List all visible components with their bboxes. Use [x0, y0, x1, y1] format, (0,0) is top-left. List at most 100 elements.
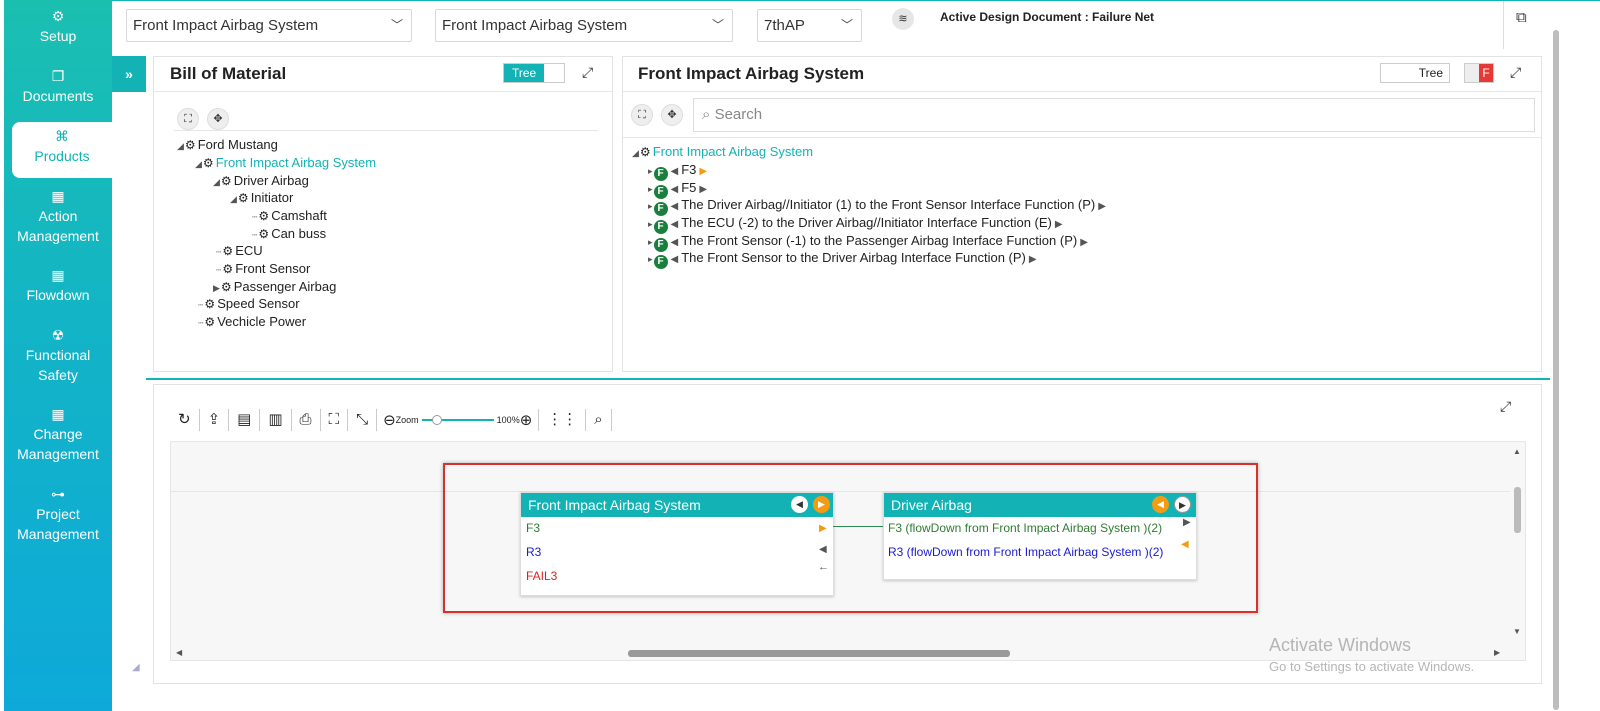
- back-arrow-icon[interactable]: ←: [818, 561, 829, 573]
- zoom-control[interactable]: ⊖ Zoom 100% ⊕: [377, 409, 540, 431]
- layers-icon[interactable]: ≋: [892, 8, 914, 30]
- resize-grip-icon[interactable]: ◢: [132, 662, 140, 673]
- arrow-right-icon[interactable]: ▶: [1183, 517, 1191, 528]
- arrow-right-icon[interactable]: ▶: [1174, 496, 1191, 513]
- tree-node[interactable]: ┄⚙ Front Sensor: [216, 260, 310, 279]
- fullscreen-icon[interactable]: ⤡: [348, 409, 378, 431]
- tree-node[interactable]: ┄⚙ Speed Sensor: [198, 295, 300, 314]
- export-png-icon[interactable]: ▥: [260, 409, 292, 431]
- node-row[interactable]: FAIL3: [526, 569, 557, 583]
- diagram-vertical-scrollbar[interactable]: ▲ ▼: [1512, 447, 1522, 637]
- tree-node[interactable]: ◢⚙ Front Impact Airbag System: [632, 143, 813, 162]
- arrow-left-icon[interactable]: ◀: [671, 251, 679, 268]
- function-row[interactable]: ▸ F ◀ The ECU (-2) to the Driver Airbag//In…: [648, 214, 1066, 234]
- scroll-thumb[interactable]: [1553, 30, 1559, 710]
- tree-node[interactable]: ◢⚙ Initiator: [230, 189, 293, 208]
- product-select-1[interactable]: Front Impact Airbag System ﹀: [126, 9, 412, 42]
- tree-node[interactable]: ┄⚙ Can buss: [252, 225, 326, 244]
- arrow-right-icon[interactable]: ▶: [813, 496, 830, 513]
- gears-icon: ⚙: [237, 191, 249, 205]
- upload-icon[interactable]: ⇪: [200, 409, 230, 431]
- building-icon: ▦: [51, 267, 65, 283]
- version-select[interactable]: 7thAP ﹀: [757, 9, 862, 42]
- sidebar-item-functional-safety[interactable]: ☢ Functional Safety: [4, 325, 112, 385]
- node-header: Front Impact Airbag System ◀ ▶: [521, 493, 833, 517]
- zoom-value: 100%: [496, 415, 520, 425]
- arrow-right-icon[interactable]: ▶: [1098, 198, 1106, 215]
- bom-tree-toggle[interactable]: Tree: [503, 63, 565, 83]
- arrow-right-icon[interactable]: ▶: [1029, 251, 1037, 268]
- tree-connector-icon: ◢: [213, 177, 220, 187]
- collapse-all-icon[interactable]: ✥: [661, 104, 683, 126]
- sidebar-item-change-management[interactable]: ▦ Change Management: [4, 404, 112, 464]
- refresh-icon[interactable]: ↻: [170, 409, 200, 431]
- node-row[interactable]: F3: [526, 521, 540, 535]
- search-input[interactable]: ⌕ Search: [693, 98, 1535, 132]
- expand-icon[interactable]: ⤢: [1500, 398, 1511, 415]
- scroll-up-icon[interactable]: ▲: [1513, 447, 1521, 456]
- export-svg-icon[interactable]: ▤: [229, 409, 261, 431]
- arrow-left-icon[interactable]: ◀: [819, 544, 827, 555]
- scroll-down-icon[interactable]: ▼: [1513, 627, 1521, 636]
- sidebar-item-flowdown[interactable]: ▦ Flowdown: [4, 265, 112, 305]
- sidebar-item-label: Action Management: [17, 208, 99, 244]
- f-toggle[interactable]: F: [1464, 63, 1494, 83]
- node-row[interactable]: F3 (flowDown from Front Impact Airbag Sy…: [888, 521, 1162, 535]
- scroll-left-icon[interactable]: ◀: [176, 648, 182, 657]
- print-icon[interactable]: ⎙: [292, 409, 321, 431]
- node-row[interactable]: R3: [526, 545, 541, 559]
- arrow-right-icon[interactable]: ▶: [1055, 216, 1063, 233]
- sidebar-item-action-management[interactable]: ▦ Action Management: [4, 186, 112, 246]
- arrow-left-icon[interactable]: ◀: [671, 198, 679, 215]
- fit-screen-icon[interactable]: ⛶: [321, 409, 349, 431]
- expand-all-icon[interactable]: ⛶: [177, 108, 199, 130]
- tree-node[interactable]: ┄⚙ Vechicle Power: [198, 313, 306, 332]
- arrow-right-icon[interactable]: ▶: [1080, 234, 1088, 251]
- arrow-left-icon[interactable]: ◀: [671, 163, 679, 180]
- arrow-left-icon[interactable]: ◀: [1181, 539, 1189, 550]
- node-row[interactable]: R3 (flowDown from Front Impact Airbag Sy…: [888, 545, 1163, 559]
- zoom-in-icon[interactable]: ⊕: [520, 411, 533, 429]
- page-scrollbar[interactable]: [1552, 30, 1560, 710]
- tree-node-label: Initiator: [250, 190, 294, 205]
- sidebar-item-documents[interactable]: ❐ Documents: [4, 66, 112, 106]
- diagram-node-front-impact[interactable]: Front Impact Airbag System ◀ ▶ F3 R3 FAI…: [520, 492, 834, 596]
- sidebar: ⚙ Setup ❐ Documents ⌘ Products ▦ Action …: [4, 0, 112, 711]
- arrow-right-icon[interactable]: ▶: [819, 523, 827, 534]
- zoom-slider[interactable]: [421, 415, 494, 425]
- arrow-left-icon[interactable]: ◀: [1152, 496, 1169, 513]
- tree-node[interactable]: ◢⚙ Ford Mustang: [177, 136, 278, 155]
- grid-icon[interactable]: ⋮⋮: [539, 409, 587, 431]
- arrow-right-icon[interactable]: ▶: [699, 163, 707, 180]
- scroll-right-icon[interactable]: ▶: [1494, 648, 1500, 657]
- collapse-all-icon[interactable]: ✥: [207, 108, 229, 130]
- expand-icon[interactable]: ⤢: [582, 64, 593, 81]
- scroll-thumb[interactable]: [628, 650, 1010, 657]
- sidebar-item-label: Setup: [39, 28, 77, 44]
- arrow-left-icon[interactable]: ◀: [791, 496, 808, 513]
- function-row[interactable]: ▸ F ◀ The Front Sensor to the Driver Airbag…: [648, 249, 1040, 269]
- tree-connector-icon: ┄: [216, 265, 222, 275]
- product-select-2[interactable]: Front Impact Airbag System ﹀: [435, 9, 733, 42]
- tree-node[interactable]: ┄⚙ ECU: [216, 242, 263, 261]
- sidebar-item-products[interactable]: ⌘ Products: [12, 122, 112, 178]
- tree-connector-icon: ▸: [648, 219, 653, 229]
- scroll-thumb[interactable]: [1514, 487, 1521, 533]
- function-row[interactable]: ▸ F ◀ F3 ▶: [648, 161, 710, 181]
- expand-all-icon[interactable]: ⛶: [631, 104, 653, 126]
- arrow-left-icon[interactable]: ◀: [671, 216, 679, 233]
- sidebar-item-project-management[interactable]: ⊶ Project Management: [4, 484, 112, 544]
- documents-icon: ❐: [51, 68, 65, 84]
- sidebar-item-setup[interactable]: ⚙ Setup: [4, 6, 112, 46]
- diagram-node-driver-airbag[interactable]: Driver Airbag ◀ ▶ F3 (flowDown from Fron…: [883, 492, 1197, 580]
- zoom-out-icon[interactable]: ⊖: [383, 411, 396, 429]
- collapse-sidebar-button[interactable]: »: [112, 56, 146, 92]
- expand-icon[interactable]: ⤢: [1510, 64, 1521, 81]
- search-zoom-icon[interactable]: ⌕: [586, 409, 612, 431]
- function-row[interactable]: ▸ F ◀ The Driver Airbag//Initiator (1) to t…: [648, 196, 1109, 216]
- function-tree-toggle[interactable]: Tree: [1380, 63, 1450, 83]
- node-title: Front Impact Airbag System: [528, 497, 701, 513]
- tree-node[interactable]: ┄⚙ Camshaft: [252, 207, 327, 226]
- copy-icon[interactable]: ⧉: [1516, 9, 1527, 26]
- tree-node[interactable]: ◢⚙ Front Impact Airbag System: [195, 154, 376, 173]
